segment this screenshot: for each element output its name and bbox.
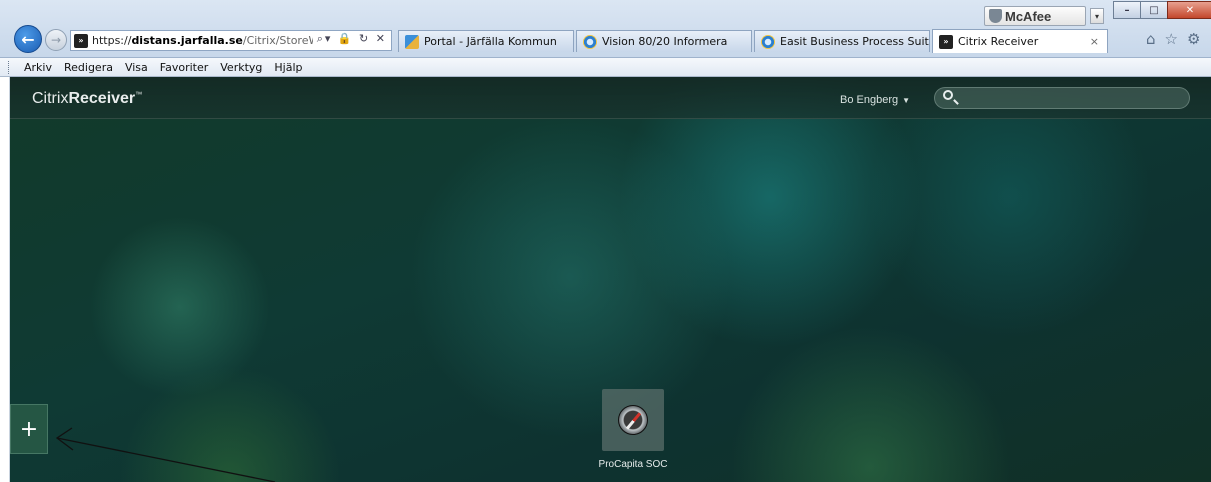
app-tile-procapita[interactable]	[602, 389, 664, 451]
citrix-icon: »	[939, 34, 953, 49]
tab-easit[interactable]: Easit Business Process Suite	[754, 30, 930, 52]
add-apps-button[interactable]: +	[10, 404, 48, 454]
user-menu[interactable]: Bo Engberg ▼	[840, 94, 910, 106]
menu-visa[interactable]: Visa	[119, 61, 154, 74]
tab-portal[interactable]: Portal - Järfälla Kommun	[398, 30, 574, 52]
logo-light-text: Citrix	[32, 90, 69, 107]
close-window-button[interactable]: ✕	[1167, 1, 1211, 19]
tab-label: Portal - Järfälla Kommun	[424, 35, 557, 48]
menu-redigera[interactable]: Redigera	[58, 61, 119, 74]
portal-icon	[405, 34, 419, 49]
settings-gear-icon[interactable]: ⚙	[1187, 30, 1200, 48]
app-label[interactable]: ProCapita SOC	[580, 459, 686, 470]
caret-down-icon: ▼	[902, 96, 911, 105]
search-icon	[943, 90, 953, 100]
maximize-button[interactable]: □	[1140, 1, 1168, 19]
menu-verktyg[interactable]: Verktyg	[214, 61, 268, 74]
minimize-button[interactable]: –	[1113, 1, 1141, 19]
user-name: Bo Engberg	[840, 94, 899, 106]
toolbar-grip[interactable]	[8, 61, 10, 74]
search-box[interactable]	[934, 87, 1190, 109]
tab-vision[interactable]: Vision 80/20 Informera	[576, 30, 752, 52]
citrix-receiver-page: CitrixReceiver™ Bo Engberg ▼ + ProCapita …	[10, 77, 1211, 482]
compass-icon	[618, 405, 648, 435]
url-host: distans.jarfalla.se	[131, 34, 243, 47]
tab-citrix-receiver[interactable]: » Citrix Receiver ×	[932, 29, 1108, 53]
left-page-edge	[0, 77, 10, 482]
tab-label: Easit Business Process Suite	[780, 35, 930, 48]
back-button[interactable]: ←	[14, 25, 42, 53]
browser-chrome: McAfee ▾ – □ ✕ ← → » https:// distans.ja…	[0, 0, 1211, 58]
mcafee-addon[interactable]: McAfee	[984, 6, 1086, 26]
search-input[interactable]	[959, 90, 1181, 106]
forward-button[interactable]: →	[45, 29, 67, 51]
address-tools[interactable]: ⌕▾ 🔒 ↻ ✕	[312, 32, 387, 46]
mcafee-label: McAfee	[1005, 8, 1052, 24]
menu-arkiv[interactable]: Arkiv	[18, 61, 58, 74]
window-controls: – □ ✕	[1113, 1, 1211, 19]
browser-toolbar-icons: ⌂ ☆ ⚙	[1146, 30, 1200, 48]
menu-favoriter[interactable]: Favoriter	[154, 61, 214, 74]
close-tab-icon[interactable]: ×	[1090, 35, 1099, 48]
url-scheme: https://	[92, 34, 132, 47]
citrix-receiver-logo: CitrixReceiver™	[32, 90, 143, 107]
home-icon[interactable]: ⌂	[1146, 30, 1156, 48]
mcafee-dropdown-button[interactable]: ▾	[1090, 8, 1104, 24]
address-bar[interactable]: » https:// distans.jarfalla.se /Citrix/S…	[70, 30, 392, 51]
citrix-header: CitrixReceiver™ Bo Engberg ▼	[10, 77, 1211, 119]
logo-bold-text: Receiver	[68, 90, 136, 107]
favorites-star-icon[interactable]: ☆	[1165, 30, 1178, 48]
ie-icon	[761, 34, 775, 49]
menu-hjalp[interactable]: Hjälp	[268, 61, 308, 74]
mcafee-shield-icon	[989, 9, 1002, 23]
citrix-site-icon: »	[74, 33, 88, 48]
tab-label: Citrix Receiver	[958, 35, 1039, 48]
ie-icon	[583, 34, 597, 49]
menu-bar: Arkiv Redigera Visa Favoriter Verktyg Hj…	[0, 58, 1211, 77]
tab-label: Vision 80/20 Informera	[602, 35, 728, 48]
